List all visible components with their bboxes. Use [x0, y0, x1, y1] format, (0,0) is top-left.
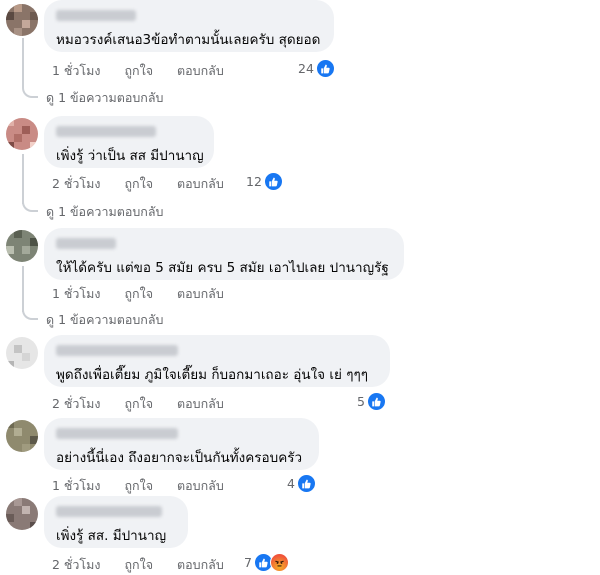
author-name-redacted[interactable] [56, 10, 136, 21]
reply-button[interactable]: ตอบกลับ [177, 174, 224, 194]
comment-time[interactable]: 2 ชั่วโมง [52, 555, 101, 575]
comment-bubble: เพิ่งรู้ สส. มีปานาญ [44, 496, 188, 548]
reaction-count[interactable]: 5 [357, 392, 386, 411]
author-name-redacted[interactable] [56, 126, 156, 137]
comment-actions: 2 ชั่วโมง ถูกใจ ตอบกลับ [52, 555, 244, 575]
comment-text: เพิ่งรู้ ว่าเป็น สส มีปานาญ [56, 148, 204, 164]
like-icon [366, 392, 386, 411]
comment-actions: 1 ชั่วโมง ถูกใจ ตอบกลับ [52, 476, 244, 496]
avatar[interactable] [6, 420, 38, 452]
reply-button[interactable]: ตอบกลับ [177, 61, 224, 81]
author-name-redacted[interactable] [56, 238, 116, 249]
comment-bubble: หมอวรงค์เสนอ3ข้อทำตามนั้นเลยครับ สุดยอด [44, 0, 334, 52]
reaction-count[interactable]: 7 [244, 553, 289, 572]
like-button[interactable]: ถูกใจ [124, 555, 153, 575]
like-button[interactable]: ถูกใจ [124, 61, 153, 81]
comment-bubble: พูดถึงเพื่อเตี๊ยม ภูมิใจเตี๊ยม ก็บอกมาเถ… [44, 335, 390, 387]
angry-icon [269, 553, 289, 572]
view-replies-link[interactable]: ดู 1 ข้อความตอบกลับ [46, 310, 163, 330]
comment-text: เพิ่งรู้ สส. มีปานาญ [56, 528, 167, 544]
comment-text: ให้ได้ครับ แต่ขอ 5 สมัย ครบ 5 สมัย เอาไป… [56, 260, 389, 276]
thread-branch [22, 82, 38, 98]
avatar[interactable] [6, 337, 38, 369]
comment-time[interactable]: 1 ชั่วโมง [52, 284, 101, 304]
reply-button[interactable]: ตอบกลับ [177, 476, 224, 496]
comment-text: พูดถึงเพื่อเตี๊ยม ภูมิใจเตี๊ยม ก็บอกมาเถ… [56, 367, 368, 383]
like-button[interactable]: ถูกใจ [124, 394, 153, 414]
author-name-redacted[interactable] [56, 506, 162, 517]
thread-branch [22, 304, 38, 320]
view-replies-link[interactable]: ดู 1 ข้อความตอบกลับ [46, 202, 163, 222]
like-icon [315, 59, 335, 78]
comment-bubble: เพิ่งรู้ ว่าเป็น สส มีปานาญ [44, 116, 214, 168]
like-button[interactable]: ถูกใจ [124, 174, 153, 194]
reaction-count[interactable]: 24 [298, 59, 335, 78]
comment-bubble: อย่างนี้นี่เอง ถึงอยากจะเป็นกันทั้งครอบค… [44, 418, 319, 470]
comment-time[interactable]: 2 ชั่วโมง [52, 394, 101, 414]
reply-button[interactable]: ตอบกลับ [177, 394, 224, 414]
comment-text: หมอวรงค์เสนอ3ข้อทำตามนั้นเลยครับ สุดยอด [56, 32, 321, 48]
like-button[interactable]: ถูกใจ [124, 476, 153, 496]
author-name-redacted[interactable] [56, 428, 178, 439]
avatar[interactable] [6, 498, 38, 530]
like-icon [263, 172, 283, 191]
reply-button[interactable]: ตอบกลับ [177, 555, 224, 575]
avatar[interactable] [6, 4, 38, 36]
comment-actions: 2 ชั่วโมง ถูกใจ ตอบกลับ [52, 394, 244, 414]
reply-button[interactable]: ตอบกลับ [177, 284, 224, 304]
reaction-count[interactable]: 12 [246, 172, 283, 191]
comment-actions: 2 ชั่วโมง ถูกใจ ตอบกลับ [52, 174, 244, 194]
like-icon [296, 474, 316, 493]
comment-actions: 1 ชั่วโมง ถูกใจ ตอบกลับ [52, 61, 244, 81]
author-name-redacted[interactable] [56, 345, 178, 356]
comment-text: อย่างนี้นี่เอง ถึงอยากจะเป็นกันทั้งครอบค… [56, 450, 303, 466]
comment-time[interactable]: 1 ชั่วโมง [52, 476, 101, 496]
comment-time[interactable]: 1 ชั่วโมง [52, 61, 101, 81]
thread-line [22, 38, 24, 85]
avatar[interactable] [6, 118, 38, 150]
comment-time[interactable]: 2 ชั่วโมง [52, 174, 101, 194]
comment-actions: 1 ชั่วโมง ถูกใจ ตอบกลับ [52, 284, 244, 304]
thread-branch [22, 196, 38, 212]
like-button[interactable]: ถูกใจ [124, 284, 153, 304]
view-replies-link[interactable]: ดู 1 ข้อความตอบกลับ [46, 88, 163, 108]
avatar[interactable] [6, 230, 38, 262]
reaction-count[interactable]: 4 [287, 474, 316, 493]
comment-bubble: ให้ได้ครับ แต่ขอ 5 สมัย ครบ 5 สมัย เอาไป… [44, 228, 404, 280]
